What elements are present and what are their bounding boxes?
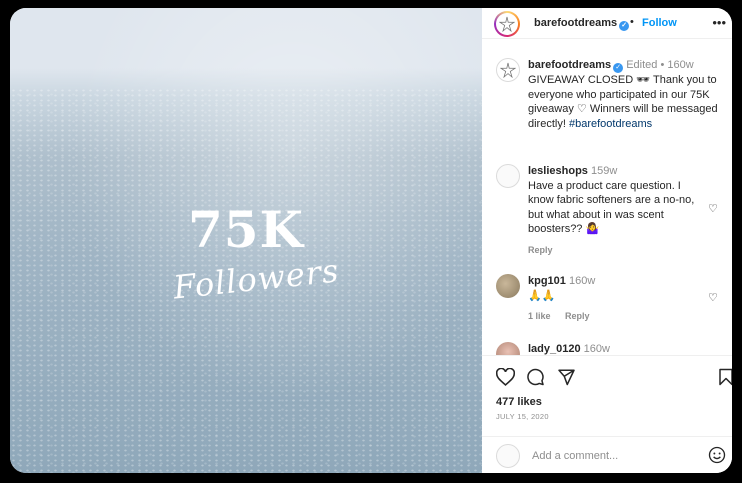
comment-body: kpg101 160w 🙏🙏 1 like Reply — [528, 274, 696, 324]
emoji-picker-icon[interactable] — [708, 446, 726, 464]
edited-label: Edited — [626, 59, 658, 71]
verified-badge-icon: ✓ — [619, 21, 630, 31]
reply-button[interactable]: Reply — [565, 311, 590, 321]
caption-username[interactable]: barefootdreams — [528, 59, 611, 71]
comment-age[interactable]: 160w — [584, 343, 610, 355]
caption-separator: • — [660, 59, 665, 71]
post-side-panel: barefootdreams ✓ • Follow ••• barefootdre… — [482, 8, 732, 473]
like-comment-icon[interactable]: ♡ — [708, 202, 718, 215]
comment-age[interactable]: 159w — [591, 165, 617, 177]
post-modal: 75K Followers barefootdreams ✓ • Follow •… — [10, 8, 732, 473]
verified-badge-icon: ✓ — [613, 63, 624, 73]
like-icon[interactable] — [495, 367, 516, 391]
comment-body: leslieshops 159w Have a product care que… — [528, 164, 696, 257]
follow-button[interactable]: Follow — [642, 17, 677, 29]
comment-username[interactable]: kpg101 — [528, 275, 566, 287]
starfish-logo-icon — [496, 13, 518, 35]
header-separator: • — [630, 16, 634, 28]
comment-username[interactable]: lady_0120 — [528, 343, 581, 355]
header-username[interactable]: barefootdreams ✓ — [534, 17, 630, 31]
photo-title: 75K — [187, 200, 305, 259]
post-caption: barefootdreams ✓ Edited • 160w GIVEAWAY C… — [528, 58, 724, 131]
starfish-logo-icon — [500, 62, 516, 78]
reply-button[interactable]: Reply — [528, 245, 553, 255]
post-actions: 477 likes JULY 15, 2020 Add a comment... — [482, 355, 732, 473]
post-image: 75K Followers — [10, 8, 482, 473]
post-header: barefootdreams ✓ • Follow ••• — [482, 8, 732, 39]
likes-count[interactable]: 477 likes — [496, 396, 542, 408]
add-comment-bar: Add a comment... — [482, 436, 732, 473]
caption-avatar[interactable] — [496, 58, 520, 82]
like-comment-icon[interactable]: ♡ — [708, 291, 718, 304]
comment-avatar[interactable] — [496, 164, 520, 188]
profile-avatar[interactable] — [494, 11, 520, 37]
save-icon[interactable] — [718, 368, 732, 391]
caption-age[interactable]: 160w — [667, 59, 693, 71]
current-user-avatar — [496, 444, 520, 468]
comment-likes[interactable]: 1 like — [528, 311, 551, 321]
comment-avatar[interactable] — [496, 274, 520, 298]
add-comment-input[interactable]: Add a comment... — [532, 450, 618, 462]
share-icon[interactable] — [557, 368, 576, 391]
more-options-icon[interactable]: ••• — [712, 15, 726, 30]
comment-username[interactable]: leslieshops — [528, 165, 588, 177]
comment-meta: 1 like Reply — [528, 309, 696, 324]
comment-text: Have a product care question. I know fab… — [528, 179, 695, 236]
header-username-text[interactable]: barefootdreams — [534, 17, 617, 29]
caption-hashtag[interactable]: #barefootdreams — [569, 118, 652, 130]
comment-text: 🙏🙏 — [528, 289, 556, 302]
comment-icon[interactable] — [526, 368, 545, 391]
comment-meta: Reply — [528, 243, 696, 258]
post-date: JULY 15, 2020 — [496, 412, 549, 421]
comment-age[interactable]: 160w — [569, 275, 595, 287]
